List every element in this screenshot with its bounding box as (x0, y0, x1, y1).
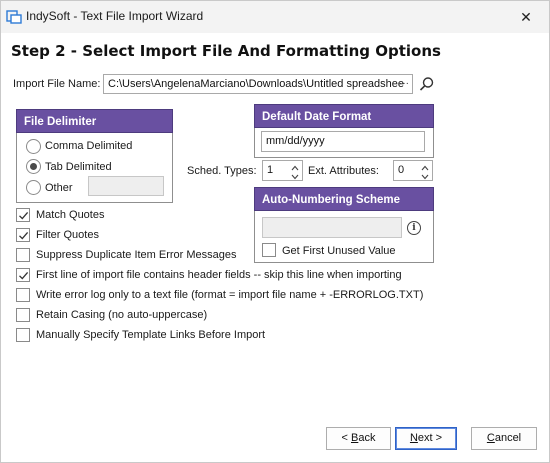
browse-ellipsis-button[interactable]: ··· (397, 79, 411, 93)
auto-numbering-header: Auto-Numbering Scheme (254, 187, 434, 211)
file-delimiter-header: File Delimiter (16, 109, 173, 133)
app-icon (6, 10, 22, 24)
close-button[interactable]: ✕ (503, 1, 549, 33)
sched-types-spinner[interactable]: 1 (262, 160, 303, 181)
ext-attributes-spinner[interactable]: 0 (393, 160, 433, 181)
search-icon (419, 77, 434, 91)
window-title: IndySoft - Text File Import Wizard (26, 9, 204, 23)
step-title: Step 2 - Select Import File And Formatti… (11, 42, 441, 60)
info-icon[interactable]: i (407, 221, 421, 235)
get-first-unused-checkbox[interactable] (262, 243, 276, 257)
auto-numbering-scheme-input[interactable] (262, 217, 402, 238)
import-file-value: C:\Users\AngelenaMarciano\Downloads\Unti… (108, 78, 404, 90)
suppress-duplicate-checkbox[interactable] (16, 248, 30, 262)
spin-down-icon[interactable] (421, 170, 429, 184)
template-links-label: Manually Specify Template Links Before I… (36, 329, 266, 341)
close-icon: ✕ (520, 8, 532, 25)
import-wizard-window: IndySoft - Text File Import Wizard ✕ Ste… (0, 0, 550, 463)
other-delimiter-input[interactable] (88, 176, 164, 196)
error-log-checkbox[interactable] (16, 288, 30, 302)
radio-other-label: Other (45, 182, 73, 194)
import-file-input[interactable]: C:\Users\AngelenaMarciano\Downloads\Unti… (103, 74, 413, 94)
title-bar: IndySoft - Text File Import Wizard ✕ (1, 1, 549, 33)
header-line-checkbox[interactable] (16, 268, 30, 282)
next-button[interactable]: Next > (395, 427, 457, 450)
spin-down-icon[interactable] (291, 170, 299, 184)
filter-quotes-checkbox[interactable] (16, 228, 30, 242)
error-log-label: Write error log only to a text file (for… (36, 289, 424, 301)
header-line-label: First line of import file contains heade… (36, 269, 402, 281)
suppress-duplicate-label: Suppress Duplicate Item Error Messages (36, 249, 237, 261)
radio-comma-delimited[interactable] (26, 139, 41, 154)
cancel-button[interactable]: Cancel (471, 427, 537, 450)
radio-tab-delimited[interactable] (26, 159, 41, 174)
retain-casing-checkbox[interactable] (16, 308, 30, 322)
import-file-label: Import File Name: (13, 78, 101, 90)
sched-types-label: Sched. Types: (187, 165, 257, 177)
radio-tab-label: Tab Delimited (45, 161, 112, 173)
filter-quotes-label: Filter Quotes (36, 229, 99, 241)
date-format-header: Default Date Format (254, 104, 434, 128)
get-first-unused-label: Get First Unused Value (282, 245, 396, 257)
checkmark-icon (19, 271, 29, 280)
radio-other[interactable] (26, 180, 41, 195)
match-quotes-label: Match Quotes (36, 209, 105, 221)
retain-casing-label: Retain Casing (no auto-uppercase) (36, 309, 208, 321)
radio-comma-label: Comma Delimited (45, 140, 133, 152)
date-format-input[interactable]: mm/dd/yyyy (261, 131, 425, 152)
search-file-button[interactable] (418, 75, 436, 93)
checkmark-icon (19, 211, 29, 220)
back-button[interactable]: < Back (326, 427, 391, 450)
match-quotes-checkbox[interactable] (16, 208, 30, 222)
ext-attributes-label: Ext. Attributes: (308, 165, 379, 177)
template-links-checkbox[interactable] (16, 328, 30, 342)
checkmark-icon (19, 231, 29, 240)
